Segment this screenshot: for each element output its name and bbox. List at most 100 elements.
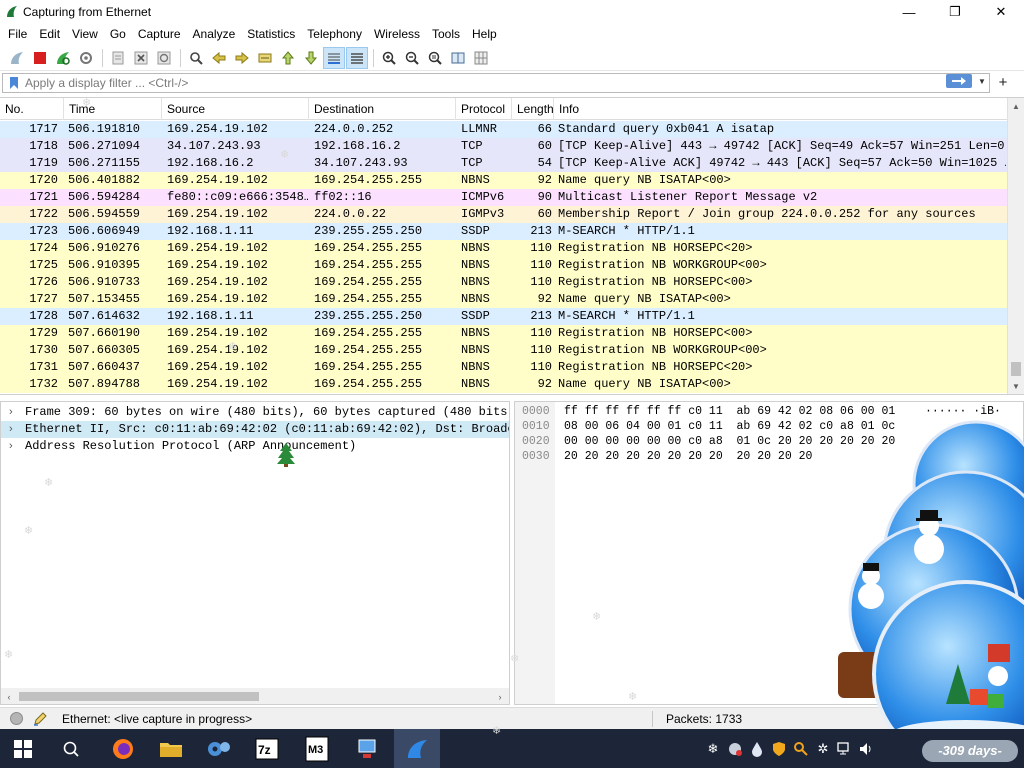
taskbar-file-explorer[interactable] xyxy=(148,729,194,768)
bytes-row[interactable]: 0020 00 00 00 00 00 00 c0 a8 01 0c 20 20… xyxy=(515,434,895,449)
key-search-icon[interactable] xyxy=(790,729,812,768)
go-to-packet-button[interactable] xyxy=(254,47,276,69)
go-first-packet-button[interactable] xyxy=(277,47,299,69)
zoom-in-button[interactable] xyxy=(378,47,400,69)
chevron-right-icon[interactable]: › xyxy=(9,404,13,421)
volume-icon[interactable] xyxy=(856,729,878,768)
start-capture-button[interactable] xyxy=(6,47,28,69)
chevron-right-icon[interactable]: › xyxy=(9,438,13,455)
colorize-button[interactable] xyxy=(346,46,368,69)
menu-file[interactable]: File xyxy=(2,24,33,44)
packet-row[interactable]: 1724 506.910276 169.254.19.102 169.254.255.… xyxy=(0,240,1007,257)
menu-statistics[interactable]: Statistics xyxy=(241,24,301,44)
taskbar-wireshark[interactable] xyxy=(394,729,440,768)
bytes-row[interactable]: 0030 20 20 20 20 20 20 20 20 20 20 20 20 xyxy=(515,449,812,464)
scrollbar-thumb[interactable] xyxy=(1011,362,1021,376)
taskbar-firefox[interactable] xyxy=(100,729,146,768)
packet-row[interactable]: 1732 507.894788 169.254.19.102 169.254.255.… xyxy=(0,376,1007,393)
column-header-time[interactable]: Time xyxy=(64,98,162,120)
packet-row[interactable]: 1730 507.660305 169.254.19.102 169.254.255.… xyxy=(0,342,1007,359)
packet-row[interactable]: 1729 507.660190 169.254.19.102 169.254.255.… xyxy=(0,325,1007,342)
chevron-right-icon[interactable]: › xyxy=(9,421,13,438)
scroll-left-icon[interactable]: ‹ xyxy=(1,688,17,704)
packet-list-scrollbar[interactable]: ▲ ▼ xyxy=(1007,98,1024,394)
column-header-length[interactable]: Length xyxy=(512,98,554,120)
bytes-row[interactable]: 0010 08 00 06 04 00 01 c0 11 ab 69 42 02… xyxy=(515,419,895,434)
resize-columns-button[interactable] xyxy=(447,47,469,69)
column-header-no[interactable]: No. xyxy=(0,98,64,120)
go-last-packet-button[interactable] xyxy=(300,47,322,69)
zoom-out-button[interactable] xyxy=(401,47,423,69)
start-button[interactable] xyxy=(0,729,46,768)
taskbar-search-button[interactable] xyxy=(48,729,94,768)
apply-filter-button[interactable] xyxy=(946,74,972,88)
capture-comment-icon[interactable] xyxy=(32,711,48,727)
menu-go[interactable]: Go xyxy=(104,24,132,44)
network-icon[interactable] xyxy=(834,729,856,768)
tray-app-icon[interactable] xyxy=(724,729,746,768)
open-file-button[interactable] xyxy=(107,47,129,69)
packet-row[interactable]: 1719 506.271155 192.168.16.2 34.107.243.93 T… xyxy=(0,155,1007,172)
go-forward-button[interactable] xyxy=(231,47,253,69)
packet-row[interactable]: 1723 506.606949 192.168.1.11 239.255.255.25… xyxy=(0,223,1007,240)
column-header-destination[interactable]: Destination xyxy=(309,98,456,120)
shield-icon[interactable] xyxy=(768,729,790,768)
restart-capture-button[interactable] xyxy=(52,47,74,69)
column-header-info[interactable]: Info xyxy=(554,98,1007,120)
normal-size-button[interactable] xyxy=(424,47,446,69)
packet-row[interactable]: 1718 506.271094 34.107.243.93 192.168.16.2 T… xyxy=(0,138,1007,155)
menu-wireless[interactable]: Wireless xyxy=(368,24,426,44)
detail-row-ethernet[interactable]: › Ethernet II, Src: c0:11:ab:69:42:02 (c… xyxy=(1,421,509,438)
column-header-source[interactable]: Source xyxy=(162,98,309,120)
capture-options-button[interactable] xyxy=(75,47,97,69)
display-filter-bar: ▼ + xyxy=(0,72,1024,94)
reload-file-button[interactable] xyxy=(153,47,175,69)
scrollbar-thumb[interactable] xyxy=(19,692,259,701)
grid-view-button[interactable] xyxy=(470,47,492,69)
menu-capture[interactable]: Capture xyxy=(132,24,187,44)
packet-row[interactable]: 1720 506.401882 169.254.19.102 169.254.255.… xyxy=(0,172,1007,189)
close-button[interactable]: ✕ xyxy=(978,0,1024,24)
details-horizontal-scrollbar[interactable]: ‹ › xyxy=(1,688,509,704)
minimize-button[interactable]: — xyxy=(886,0,932,24)
taskbar-app-gears[interactable] xyxy=(196,729,242,768)
maximize-button[interactable]: ❐ xyxy=(932,0,978,24)
bytes-row[interactable]: 0000 ff ff ff ff ff ff c0 11 ab 69 42 02… xyxy=(515,404,1001,419)
close-file-button[interactable] xyxy=(130,47,152,69)
menu-view[interactable]: View xyxy=(66,24,104,44)
packet-row[interactable]: 1726 506.910733 169.254.19.102 169.254.255.… xyxy=(0,274,1007,291)
menu-tools[interactable]: Tools xyxy=(426,24,466,44)
menu-edit[interactable]: Edit xyxy=(33,24,66,44)
water-drop-icon[interactable] xyxy=(746,729,768,768)
packet-row[interactable]: 1722 506.594559 169.254.19.102 224.0.0.22 IG… xyxy=(0,206,1007,223)
scroll-up-icon[interactable]: ▲ xyxy=(1008,98,1024,114)
detail-row-arp[interactable]: › Address Resolution Protocol (ARP Annou… xyxy=(1,438,509,455)
taskbar-7zip[interactable]: 7z xyxy=(244,729,290,768)
packet-row[interactable]: 1728 507.614632 192.168.1.11 239.255.255.25… xyxy=(0,308,1007,325)
scroll-right-icon[interactable]: › xyxy=(492,688,508,704)
taskbar-mp3-app[interactable]: M3 xyxy=(294,729,340,768)
menu-telephony[interactable]: Telephony xyxy=(301,24,368,44)
expert-info-icon[interactable] xyxy=(10,712,23,725)
display-filter-input[interactable] xyxy=(25,75,925,91)
go-back-button[interactable] xyxy=(208,47,230,69)
packet-row[interactable]: 1721 506.594284 fe80::c09:e666:3548… ff02::… xyxy=(0,189,1007,206)
packet-row[interactable]: 1725 506.910395 169.254.19.102 169.254.255.… xyxy=(0,257,1007,274)
add-filter-button[interactable]: + xyxy=(995,73,1011,93)
packet-row[interactable]: 1717 506.191810 169.254.19.102 224.0.0.252 L… xyxy=(0,121,1007,138)
menu-help[interactable]: Help xyxy=(466,24,503,44)
taskbar-network-app[interactable] xyxy=(344,729,390,768)
menu-analyze[interactable]: Analyze xyxy=(187,24,242,44)
packet-row[interactable]: 1727 507.153455 169.254.19.102 169.254.255.… xyxy=(0,291,1007,308)
autoscroll-button[interactable] xyxy=(323,46,345,69)
detail-row-frame[interactable]: › Frame 309: 60 bytes on wire (480 bits)… xyxy=(1,404,509,421)
packet-row[interactable]: 1731 507.660437 169.254.19.102 169.254.255.… xyxy=(0,359,1007,376)
bookmark-icon[interactable] xyxy=(7,76,21,90)
snowflake-icon[interactable]: ❄ xyxy=(702,729,724,768)
bluetooth-icon[interactable]: ✲ xyxy=(812,729,834,768)
column-header-protocol[interactable]: Protocol xyxy=(456,98,512,120)
scroll-down-icon[interactable]: ▼ xyxy=(1008,378,1024,394)
stop-capture-button[interactable] xyxy=(29,47,51,69)
filter-history-dropdown[interactable]: ▼ xyxy=(976,73,988,89)
find-packet-button[interactable] xyxy=(185,47,207,69)
